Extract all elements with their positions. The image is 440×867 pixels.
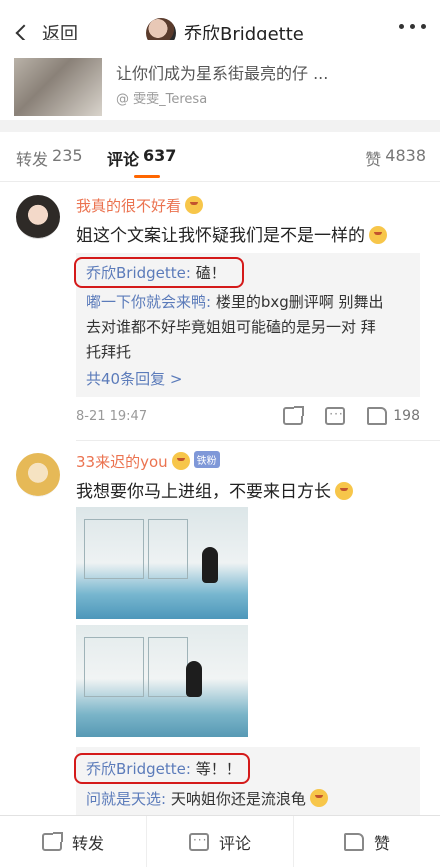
comment-label: 评论	[218, 833, 251, 853]
comment-icon	[188, 832, 209, 851]
comment-button[interactable]: 评论	[146, 816, 293, 867]
emoji-icon	[171, 452, 190, 470]
more-options-icon[interactable]	[399, 24, 426, 29]
tab-likes-label: 赞	[365, 150, 382, 169]
tab-active-indicator	[134, 175, 160, 178]
reply-box[interactable]: 乔欣Bridgette: 等！！ 问就是天选: 天呐姐你还是流浪龟	[74, 747, 420, 815]
tab-forward[interactable]: 转发 235	[16, 146, 83, 170]
like-label: 赞	[373, 833, 390, 853]
like-button[interactable]: 198	[367, 407, 420, 425]
tab-comments-count: 637	[143, 146, 177, 165]
image-figure	[186, 661, 202, 697]
bottom-action-bar: 转发 评论 赞	[0, 815, 440, 867]
reply-line: 去对谁都不好毕竟姐姐可能磕的是另一对 拜	[86, 316, 376, 337]
image-detail	[84, 519, 144, 579]
reply-line: 问就是天选: 天呐姐你还是流浪龟	[86, 788, 328, 809]
username-text: 我真的很不好看	[76, 197, 182, 215]
forward-label: 转发	[71, 833, 104, 853]
tab-likes-count: 4838	[385, 146, 426, 165]
comment-time: 8-21 19:47	[76, 409, 148, 424]
tab-comments[interactable]: 评论 637	[107, 146, 176, 170]
comment-item: 33来迟的you 铁粉 我想要你马上进组，不要来日方长 乔欣Bridgette: …	[0, 441, 440, 815]
reply-username[interactable]: 嘟一下你就会来鸭:	[86, 293, 211, 311]
emoji-icon	[309, 789, 328, 807]
thumbs-up-icon	[367, 407, 388, 425]
share-icon[interactable]	[283, 406, 305, 425]
reply-username[interactable]: 乔欣Bridgette:	[86, 264, 191, 282]
like-count: 198	[393, 408, 420, 424]
emoji-icon	[335, 482, 353, 500]
comment-text: 姐这个文案让我怀疑我们是不是一样的	[76, 221, 387, 246]
reply-line: 嘟一下你就会来鸭: 楼里的bxg删评啊 别舞出	[86, 291, 384, 312]
comment-actions: 198	[283, 406, 420, 425]
reply-text: 磕！	[195, 264, 226, 282]
comment-icon[interactable]	[325, 407, 346, 425]
comment-image[interactable]	[76, 507, 248, 619]
chevron-left-icon	[15, 24, 33, 42]
reply-username[interactable]: 乔欣Bridgette:	[86, 760, 191, 778]
comment-item: 我真的很不好看 姐这个文案让我怀疑我们是不是一样的 乔欣Bridgette: 磕…	[0, 183, 440, 440]
comment-image[interactable]	[76, 625, 248, 737]
tab-comments-label: 评论	[107, 150, 140, 169]
comment-text: 我想要你马上进组，不要来日方长	[76, 477, 353, 502]
reply-line: 乔欣Bridgette: 等！！	[86, 758, 241, 779]
like-button[interactable]: 赞	[293, 816, 440, 867]
reply-text: 楼里的bxg删评啊 别舞出	[215, 293, 384, 311]
emoji-icon	[185, 196, 204, 214]
tab-forward-count: 235	[52, 146, 83, 165]
reply-line: 乔欣Bridgette: 磕！	[86, 262, 226, 283]
forward-button[interactable]: 转发	[0, 816, 146, 867]
avatar[interactable]	[16, 195, 60, 239]
image-detail	[148, 637, 188, 697]
reply-text: 托拜托	[86, 343, 132, 361]
reply-text: 天呐姐你还是流浪龟	[170, 790, 306, 808]
post-thumbnail	[14, 58, 102, 116]
avatar[interactable]	[16, 453, 60, 497]
thumbs-up-icon	[343, 832, 364, 851]
reply-line: 托拜托	[86, 341, 131, 362]
section-separator	[0, 120, 440, 132]
image-detail	[84, 637, 144, 697]
emoji-icon	[369, 226, 387, 244]
fan-badge: 铁粉	[193, 451, 220, 468]
comment-text-content: 我想要你马上进组，不要来日方长	[76, 482, 331, 502]
reply-text: 去对谁都不好毕竟姐姐可能磕的是另一对 拜	[86, 318, 376, 336]
reply-text: 等！！	[195, 760, 241, 778]
comment-username[interactable]: 33来迟的you 铁粉	[76, 451, 220, 472]
image-figure	[202, 547, 218, 583]
reply-box[interactable]: 乔欣Bridgette: 磕！ 嘟一下你就会来鸭: 楼里的bxg删评啊 别舞出 …	[74, 253, 420, 397]
tab-forward-label: 转发	[16, 150, 49, 169]
comment-username[interactable]: 我真的很不好看	[76, 195, 204, 216]
more-replies-link[interactable]: 共40条回复 >	[86, 368, 182, 389]
original-post-preview[interactable]: 让你们成为星系街最亮的仔 ... @ 雯雯_Teresa	[0, 40, 440, 120]
username-text: 33来迟的you	[76, 453, 168, 471]
post-text: 让你们成为星系街最亮的仔 ...	[116, 64, 329, 83]
tab-likes[interactable]: 赞 4838	[365, 146, 426, 170]
share-icon	[41, 831, 63, 851]
post-author: @ 雯雯_Teresa	[116, 92, 208, 107]
reply-username[interactable]: 问就是天选:	[86, 790, 166, 808]
image-detail	[148, 519, 188, 579]
comment-tabs: 转发 235 评论 637 赞 4838	[0, 132, 440, 182]
comment-text-content: 姐这个文案让我怀疑我们是不是一样的	[76, 226, 365, 246]
